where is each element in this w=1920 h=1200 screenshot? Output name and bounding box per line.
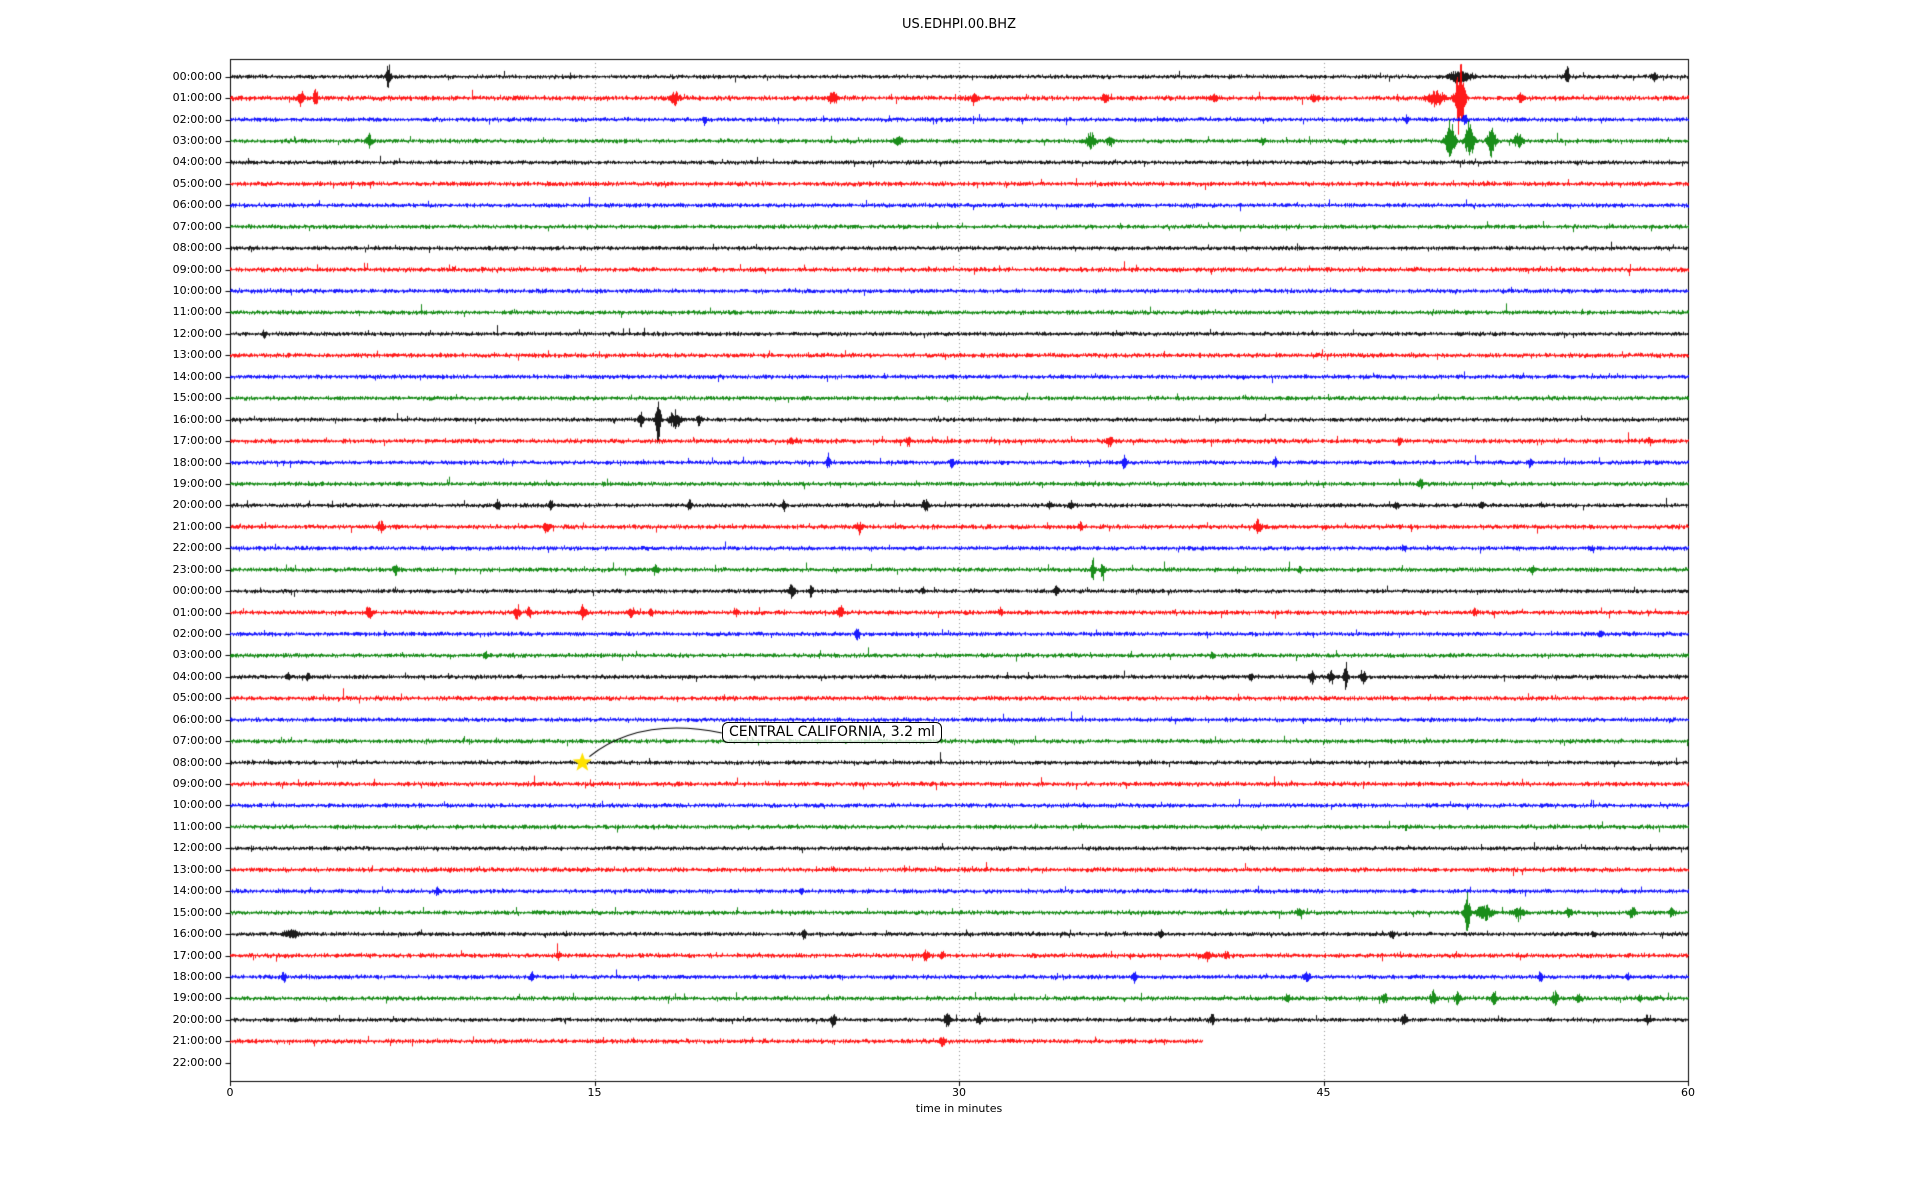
y-tick-label: 05:00:00	[172, 176, 222, 190]
y-tick-label: 22:00:00	[172, 541, 222, 555]
x-tick-label: 15	[587, 1086, 602, 1099]
y-tick-label: 20:00:00	[172, 498, 222, 512]
y-tick-label: 22:00:00	[172, 1055, 222, 1069]
y-tick-label: 11:00:00	[172, 819, 222, 833]
x-axis-title: time in minutes	[915, 1102, 1003, 1115]
y-tick-label: 19:00:00	[172, 991, 222, 1005]
y-tick-label: 05:00:00	[172, 691, 222, 705]
y-tick-label: 09:00:00	[172, 262, 222, 276]
y-tick-label: 07:00:00	[172, 734, 222, 748]
y-tick-label: 23:00:00	[172, 562, 222, 576]
y-tick-label: 11:00:00	[172, 305, 222, 319]
y-tick-label: 13:00:00	[172, 348, 222, 362]
y-tick-label: 10:00:00	[172, 798, 222, 812]
x-tick-label: 0	[226, 1086, 234, 1099]
y-tick-label: 08:00:00	[172, 755, 222, 769]
y-tick-label: 01:00:00	[172, 605, 222, 619]
y-tick-label: 10:00:00	[172, 284, 222, 298]
y-tick-label: 02:00:00	[172, 112, 222, 126]
y-tick-label: 16:00:00	[172, 927, 222, 941]
x-tick-label: 45	[1316, 1086, 1331, 1099]
chart-title: US.EDHPI.00.BHZ	[902, 17, 1016, 32]
x-tick-label: 60	[1681, 1086, 1695, 1099]
y-tick-label: 04:00:00	[172, 669, 222, 683]
y-tick-label: 12:00:00	[172, 841, 222, 855]
y-tick-label: 08:00:00	[172, 241, 222, 255]
y-tick-label: 02:00:00	[172, 627, 222, 640]
y-tick-label: 04:00:00	[172, 155, 222, 169]
y-tick-label: 00:00:00	[172, 584, 222, 598]
helicorder-canvas	[0, 0, 1920, 1200]
y-tick-label: 17:00:00	[172, 948, 222, 962]
y-tick-label: 21:00:00	[172, 1034, 222, 1048]
y-tick-label: 19:00:00	[172, 476, 222, 490]
y-tick-label: 15:00:00	[172, 391, 222, 405]
y-tick-label: 15:00:00	[172, 905, 222, 919]
y-tick-label: 13:00:00	[172, 862, 222, 876]
y-tick-label: 21:00:00	[172, 519, 222, 533]
y-tick-label: 06:00:00	[172, 198, 222, 212]
y-tick-label: 14:00:00	[172, 369, 222, 383]
y-tick-label: 14:00:00	[172, 884, 222, 898]
seismogram-figure: US.EDHPI.00.BHZ 00:00:00 01:00:00 02:00:00…	[0, 0, 1920, 1200]
event-annotation-label: CENTRAL CALIFORNIA, 3.2 ml	[722, 722, 943, 743]
y-tick-label: 12:00:00	[172, 326, 222, 340]
y-tick-label: 03:00:00	[172, 134, 222, 147]
y-tick-label: 06:00:00	[172, 712, 222, 726]
y-tick-label: 17:00:00	[172, 434, 222, 448]
y-tick-label: 03:00:00	[172, 648, 222, 662]
y-tick-label: 00:00:00	[172, 69, 222, 83]
y-tick-label: 16:00:00	[172, 412, 222, 426]
x-tick-label: 30	[952, 1086, 966, 1099]
y-tick-label: 09:00:00	[172, 777, 222, 791]
y-tick-label: 18:00:00	[172, 455, 222, 469]
y-tick-label: 01:00:00	[172, 91, 222, 105]
y-tick-label: 07:00:00	[172, 219, 222, 233]
y-tick-label: 18:00:00	[172, 969, 222, 983]
y-tick-label: 20:00:00	[172, 1012, 222, 1026]
